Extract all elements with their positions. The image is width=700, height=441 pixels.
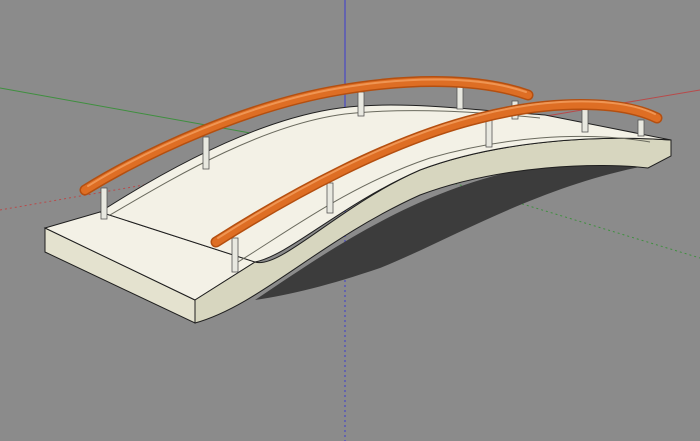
railing-post xyxy=(231,237,239,273)
railing-post xyxy=(202,136,210,170)
railing-post xyxy=(456,84,464,110)
viewport-canvas[interactable] xyxy=(0,0,700,441)
railing-post xyxy=(326,182,334,214)
railing-post xyxy=(100,187,108,220)
3d-viewport[interactable] xyxy=(0,0,700,441)
railing-post xyxy=(637,119,645,137)
railing-post xyxy=(357,91,365,117)
